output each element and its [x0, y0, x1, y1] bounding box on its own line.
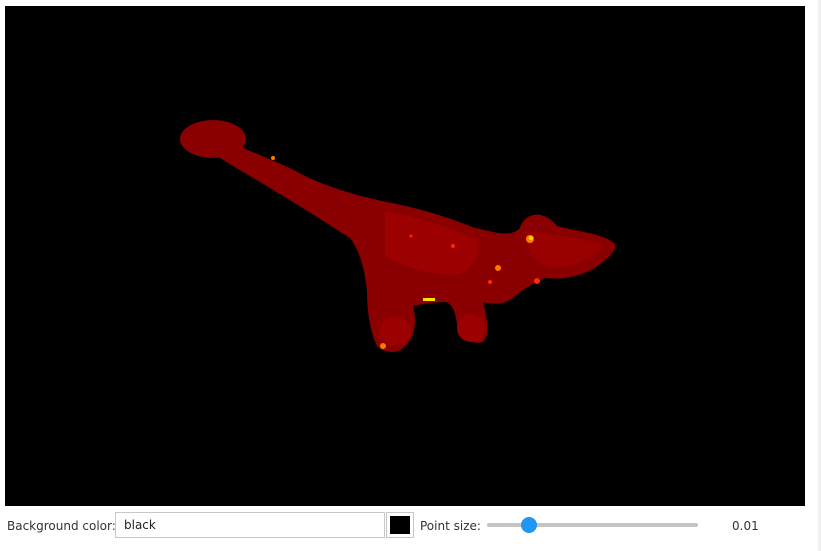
point-size-slider[interactable]: [487, 517, 698, 533]
background-color-input[interactable]: [115, 512, 385, 538]
cloud-hotspot-7: [488, 280, 492, 284]
cloud-hotspot-5: [380, 343, 386, 349]
point-cloud-widget: Background color: Point size: 0.01: [0, 0, 821, 551]
cloud-hotspot-8: [451, 244, 455, 248]
point-size-label: Point size:: [420, 519, 481, 533]
cloud-hotspot-2: [495, 265, 501, 271]
cloud-hotspot-6: [423, 298, 435, 301]
point-size-value: 0.01: [732, 519, 759, 533]
cloud-hind-foot: [379, 317, 411, 345]
background-color-picker[interactable]: [386, 512, 414, 538]
cloud-hotspot-4: [534, 278, 540, 284]
3d-viewer-canvas[interactable]: [5, 6, 805, 506]
cloud-hotspot-9: [409, 234, 413, 238]
cloud-hotspot-core-1: [529, 236, 533, 240]
controls-bar: Background color: Point size: 0.01: [0, 506, 815, 546]
cloud-front-foot: [457, 314, 485, 342]
background-color-label: Background color:: [7, 519, 116, 533]
point-size-slider-thumb[interactable]: [521, 517, 538, 533]
viewer-svg[interactable]: [5, 6, 805, 506]
cloud-hotspot-3: [271, 156, 275, 160]
color-swatch-fill: [390, 516, 410, 534]
